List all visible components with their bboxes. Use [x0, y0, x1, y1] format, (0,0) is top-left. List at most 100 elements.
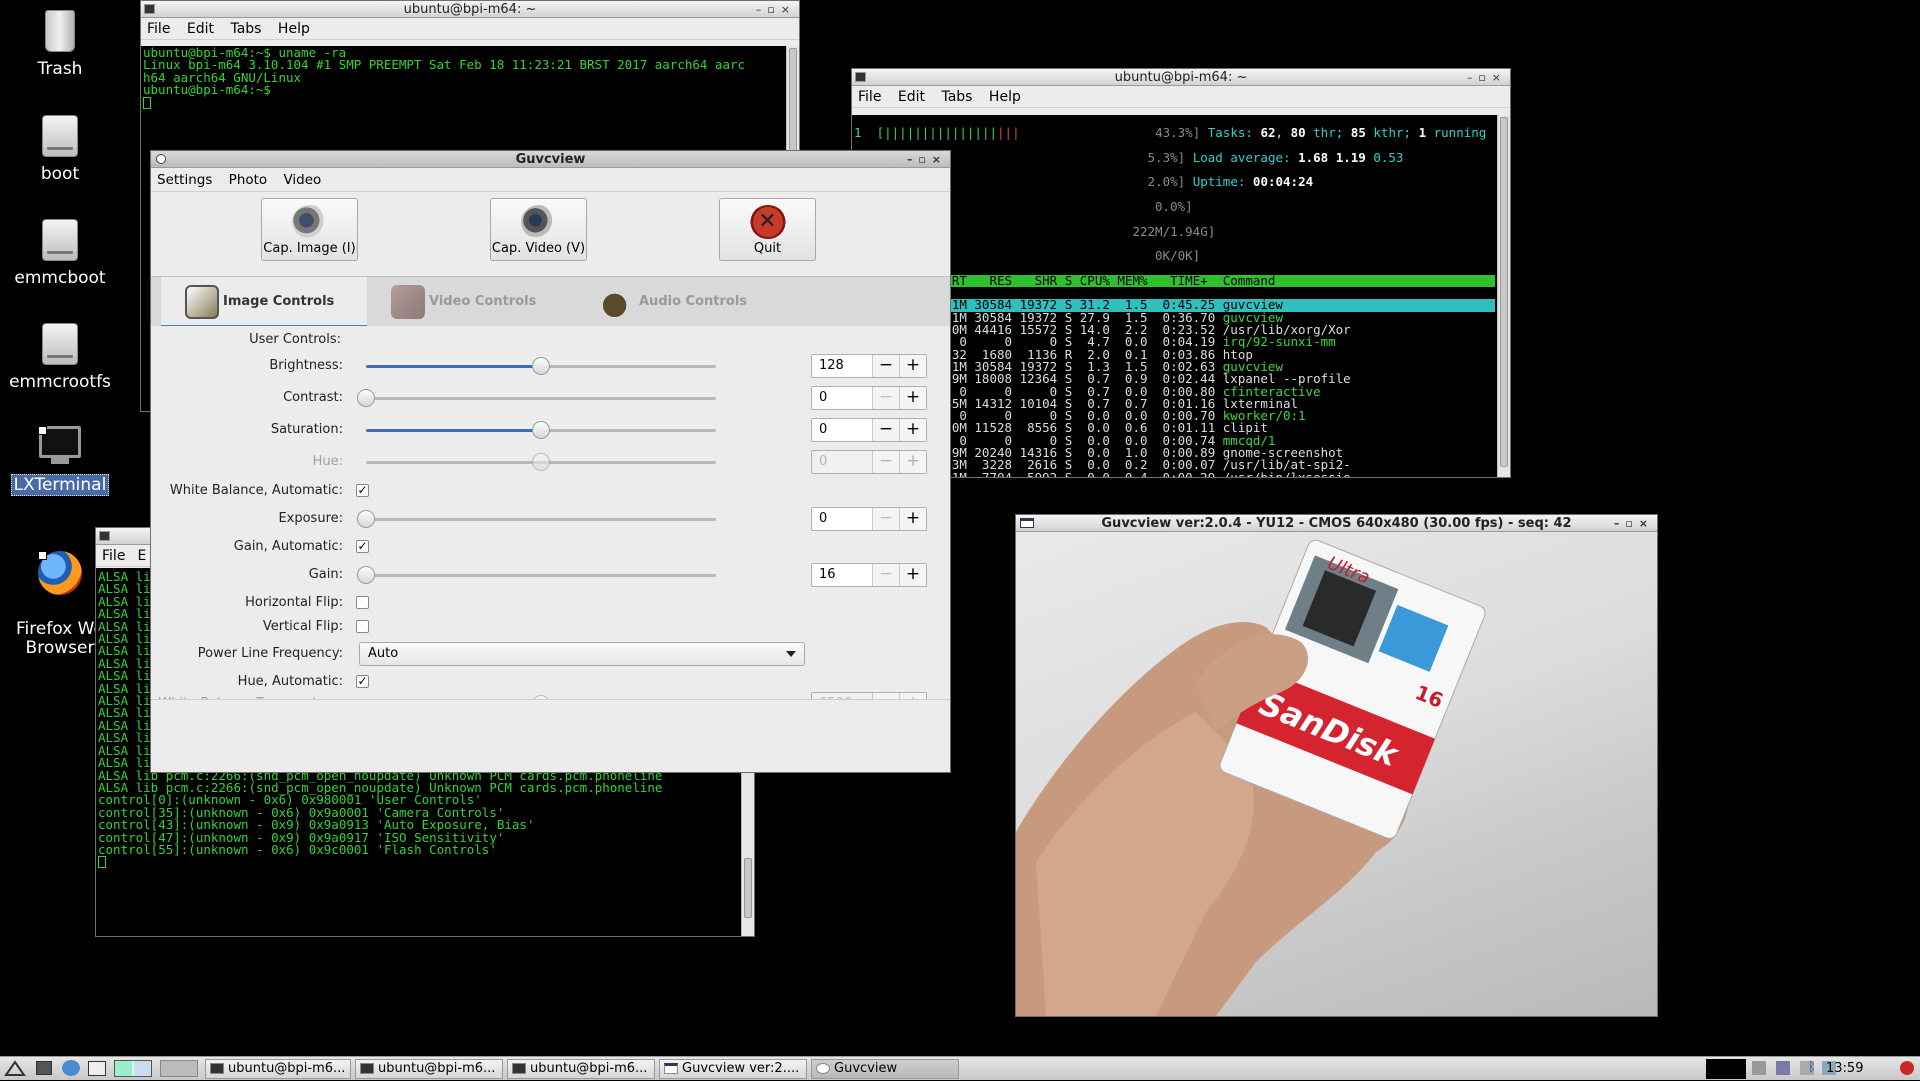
- brightness-spinbox[interactable]: 128− +: [811, 354, 927, 378]
- increment-button[interactable]: +: [899, 419, 926, 441]
- decrement-button[interactable]: −: [872, 355, 899, 377]
- cap-video-button[interactable]: Cap. Video (V): [490, 198, 587, 261]
- control-brightness: Brightness: 128− +: [151, 354, 950, 378]
- desktop-icon-trash[interactable]: Trash: [0, 10, 120, 79]
- hue-spinbox[interactable]: 0− +: [811, 450, 927, 474]
- start-menu-icon[interactable]: [4, 1060, 26, 1077]
- decrement-button[interactable]: −: [872, 451, 899, 473]
- window-icon[interactable]: [88, 1061, 106, 1076]
- exposure-slider[interactable]: [357, 510, 716, 528]
- guvcview-preview-window[interactable]: Guvcview ver:2.0.4 - YU12 - CMOS 640x480…: [1015, 514, 1658, 1017]
- window-controls[interactable]: –▫×: [1467, 69, 1507, 86]
- hue-auto-checkbox[interactable]: ✓: [356, 675, 369, 688]
- increment-button[interactable]: +: [899, 355, 926, 377]
- brightness-slider[interactable]: [366, 357, 716, 375]
- power-line-frequency-select[interactable]: Auto: [359, 642, 805, 666]
- app-icon: [816, 1063, 830, 1074]
- workspace-switcher[interactable]: [114, 1060, 152, 1077]
- quit-button[interactable]: ✕ Quit: [719, 198, 816, 261]
- exposure-spinbox[interactable]: 0− +: [811, 507, 927, 531]
- decrement-button[interactable]: −: [872, 508, 899, 530]
- decrement-button[interactable]: −: [872, 387, 899, 409]
- window-controls[interactable]: –▫×: [1614, 515, 1654, 532]
- increment-button[interactable]: +: [899, 508, 926, 530]
- menu-video[interactable]: Video: [283, 172, 321, 188]
- file-manager-icon[interactable]: [62, 1060, 80, 1076]
- image-controls-panel: User Controls: Brightness: 128− + Contras…: [151, 326, 950, 700]
- menu-settings[interactable]: Settings: [157, 172, 212, 188]
- menu-edit[interactable]: Edit: [187, 21, 214, 37]
- taskbar-task-guvcview[interactable]: Guvcview: [811, 1059, 959, 1079]
- slider-handle[interactable]: [532, 421, 550, 439]
- app-icon: [1020, 518, 1034, 528]
- tab-image-controls[interactable]: Image Controls: [161, 277, 367, 327]
- tab-video-controls[interactable]: Video Controls: [391, 277, 571, 327]
- contrast-slider[interactable]: [357, 389, 716, 407]
- slider-handle[interactable]: [532, 695, 550, 699]
- show-desktop-icon[interactable]: [36, 1061, 52, 1075]
- taskbar-task-terminal-1[interactable]: ubuntu@bpi-m6...: [205, 1059, 351, 1079]
- window-titlebar[interactable]: ubuntu@bpi-m64: ~ –▫×: [141, 1, 799, 18]
- control-wb-auto: White Balance, Automatic: ✓: [151, 479, 950, 503]
- decrement-button[interactable]: −: [872, 693, 899, 699]
- window-titlebar[interactable]: Guvcview –▫×: [151, 151, 950, 168]
- desktop-icon-emmcrootfs[interactable]: emmcrootfs: [0, 323, 120, 392]
- taskbar-task-guvcview-preview[interactable]: Guvcview ver:2....: [659, 1059, 807, 1079]
- menu-edit[interactable]: E: [137, 548, 146, 564]
- increment-button[interactable]: +: [899, 564, 926, 586]
- taskbar-task-terminal-3[interactable]: ubuntu@bpi-m6...: [507, 1059, 655, 1079]
- guvcview-controls-window[interactable]: Guvcview –▫× Settings Photo Video Cap. I…: [150, 150, 951, 773]
- contrast-spinbox[interactable]: 0− +: [811, 386, 927, 410]
- clock[interactable]: 13:59: [1826, 1059, 1863, 1079]
- vflip-checkbox[interactable]: [356, 620, 369, 633]
- tab-audio-controls[interactable]: Audio Controls: [601, 277, 781, 327]
- gain-auto-checkbox[interactable]: ✓: [356, 540, 369, 553]
- saturation-slider[interactable]: [366, 421, 716, 439]
- gain-spinbox[interactable]: 16− +: [811, 563, 927, 587]
- window-controls[interactable]: –▫×: [907, 151, 947, 168]
- hue-slider[interactable]: [366, 453, 716, 471]
- menu-tabs[interactable]: Tabs: [230, 21, 261, 37]
- clipboard-icon[interactable]: [1752, 1061, 1766, 1075]
- decrement-button[interactable]: −: [872, 564, 899, 586]
- workspace-switcher-2[interactable]: [160, 1060, 198, 1077]
- wb-auto-checkbox[interactable]: ✓: [356, 484, 369, 497]
- menu-help[interactable]: Help: [989, 89, 1021, 105]
- increment-button[interactable]: +: [899, 693, 926, 699]
- increment-button[interactable]: +: [899, 451, 926, 473]
- menu-edit[interactable]: Edit: [898, 89, 925, 105]
- section-label: User Controls:: [249, 332, 341, 347]
- slider-handle[interactable]: [532, 453, 550, 471]
- taskbar-task-terminal-2[interactable]: ubuntu@bpi-m6...: [355, 1059, 503, 1079]
- menu-file[interactable]: File: [147, 21, 170, 37]
- gain-slider[interactable]: [357, 566, 716, 584]
- slider-handle[interactable]: [532, 357, 550, 375]
- scrollbar[interactable]: [1497, 115, 1510, 477]
- desktop-icon-emmcboot[interactable]: emmcboot: [0, 219, 120, 288]
- slider-handle[interactable]: [357, 389, 375, 407]
- increment-button[interactable]: +: [899, 387, 926, 409]
- menu-help[interactable]: Help: [278, 21, 310, 37]
- hflip-checkbox[interactable]: [356, 596, 369, 609]
- wb-temp-spinbox[interactable]: 6500−+: [811, 692, 927, 699]
- menu-photo[interactable]: Photo: [229, 172, 268, 188]
- screenshot-icon[interactable]: [1776, 1061, 1790, 1075]
- desktop-icon-boot[interactable]: boot: [0, 115, 120, 184]
- decrement-button[interactable]: −: [872, 419, 899, 441]
- cap-image-button[interactable]: Cap. Image (I): [261, 198, 358, 261]
- window-controls[interactable]: –▫×: [756, 1, 796, 18]
- saturation-spinbox[interactable]: 0− +: [811, 418, 927, 442]
- power-icon[interactable]: [1900, 1061, 1914, 1075]
- shortcut-badge-icon: [38, 426, 47, 435]
- window-titlebar[interactable]: ubuntu@bpi-m64: ~ –▫×: [852, 69, 1510, 86]
- menu-tabs[interactable]: Tabs: [941, 89, 972, 105]
- window-titlebar[interactable]: Guvcview ver:2.0.4 - YU12 - CMOS 640x480…: [1016, 515, 1657, 532]
- slider-handle[interactable]: [357, 510, 375, 528]
- slider-handle[interactable]: [357, 566, 375, 584]
- toolbar: Cap. Image (I) Cap. Video (V) ✕ Quit: [151, 192, 950, 276]
- menu-file[interactable]: File: [102, 548, 125, 564]
- desktop-icon-lxterminal[interactable]: LXTerminal: [0, 426, 120, 496]
- menu-file[interactable]: File: [858, 89, 881, 105]
- window-title: Guvcview: [515, 152, 586, 167]
- bluetooth-icon[interactable]: ᛒ: [1808, 1061, 1822, 1075]
